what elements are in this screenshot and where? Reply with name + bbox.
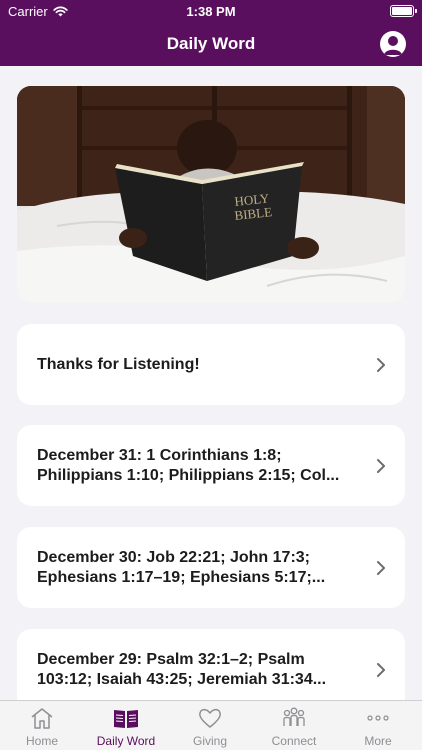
list-item-title: December 31: 1 Corinthians 1:8; Philippi… <box>37 446 340 484</box>
navigation-bar: Daily Word <box>0 22 422 66</box>
list-item-thanks-for-listening[interactable]: Thanks for Listening! <box>17 324 405 405</box>
chevron-right-icon <box>377 458 385 473</box>
list-item-december-31[interactable]: December 31: 1 Corinthians 1:8; Philippi… <box>17 425 405 506</box>
page-title: Daily Word <box>166 34 256 53</box>
chevron-right-icon <box>377 357 385 372</box>
tab-label: Daily Word <box>96 734 156 748</box>
tab-daily-word[interactable]: Daily Word <box>84 701 168 750</box>
person-icon <box>384 36 402 55</box>
status-time: 1:38 PM <box>186 4 236 19</box>
more-icon <box>367 715 389 721</box>
list-item-december-30[interactable]: December 30: Job 22:21; John 17:3; Ephes… <box>17 527 405 608</box>
tab-label: Connect <box>271 734 317 748</box>
tab-label: Home <box>25 734 58 748</box>
status-bar: Carrier 1:38 PM <box>0 0 422 22</box>
list-item-december-29[interactable]: December 29: Psalm 32:1–2; Psalm 103:12;… <box>17 629 405 700</box>
content-scroll[interactable]: HOLY BIBLE Thanks for Listening! Decembe… <box>0 66 422 700</box>
tab-giving[interactable]: Giving <box>168 701 252 750</box>
list-item-title: December 30: Job 22:21; John 17:3; Ephes… <box>37 548 326 586</box>
profile-button[interactable] <box>380 31 406 57</box>
tab-label: More <box>364 734 392 748</box>
list-item-title: Thanks for Listening! <box>37 355 200 373</box>
tab-more[interactable]: More <box>336 701 420 750</box>
battery-icon <box>390 5 417 17</box>
chevron-right-icon <box>377 560 385 575</box>
tab-label: Giving <box>192 734 227 748</box>
home-icon <box>31 708 53 729</box>
heart-icon <box>199 708 221 728</box>
tab-home[interactable]: Home <box>0 701 84 750</box>
hero-image: HOLY BIBLE <box>17 86 405 303</box>
people-icon <box>283 707 305 726</box>
chevron-right-icon <box>377 662 385 677</box>
list-item-title: December 29: Psalm 32:1–2; Psalm 103:12;… <box>37 650 327 688</box>
tab-bar: Home Daily Word Giving Connect More <box>0 700 422 750</box>
tab-connect[interactable]: Connect <box>252 701 336 750</box>
bible-icon <box>114 710 138 728</box>
child-reading-bible-illustration: HOLY BIBLE <box>17 86 405 303</box>
